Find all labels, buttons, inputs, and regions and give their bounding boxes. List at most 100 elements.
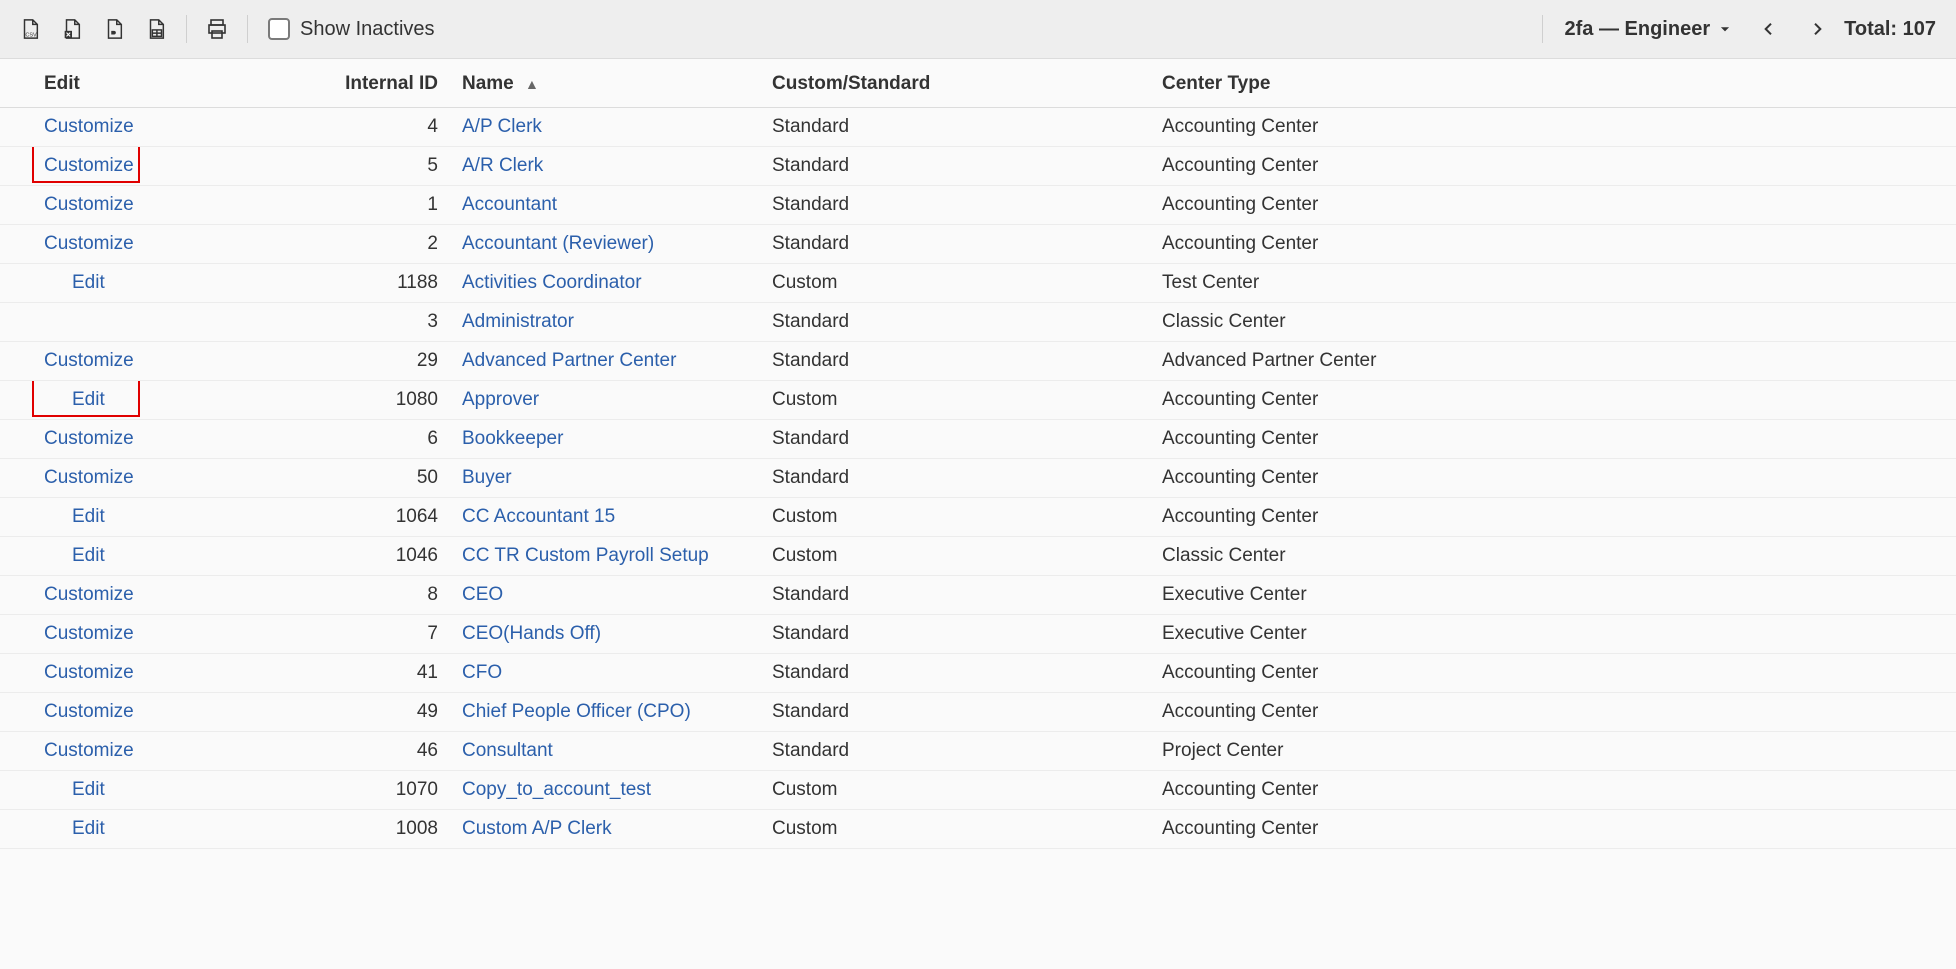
col-header-internal-id[interactable]: Internal ID [160,59,450,108]
table-row: Edit1080ApproverCustomAccounting Center [0,381,1956,420]
customize-link[interactable]: Customize [44,701,134,722]
role-name-link[interactable]: CC Accountant 15 [462,506,615,527]
customize-link[interactable]: Customize [44,155,134,176]
cell-internal-id: 50 [160,459,450,498]
cell-edit: Edit [0,771,160,810]
toolbar-separator [247,15,248,43]
role-name-link[interactable]: Administrator [462,311,574,332]
customize-link[interactable]: Customize [44,350,134,371]
col-header-custom-standard[interactable]: Custom/Standard [760,59,1150,108]
table-row: Customize41CFOStandardAccounting Center [0,654,1956,693]
table-row: 3AdministratorStandardClassic Center [0,303,1956,342]
table-row: Customize7CEO(Hands Off)StandardExecutiv… [0,615,1956,654]
edit-link[interactable]: Edit [72,389,105,410]
table-row: Edit1046CC TR Custom Payroll SetupCustom… [0,537,1956,576]
cell-name: CEO(Hands Off) [450,615,760,654]
cell-name: CC TR Custom Payroll Setup [450,537,760,576]
col-header-edit[interactable]: Edit [0,59,160,108]
table-row: Customize1AccountantStandardAccounting C… [0,186,1956,225]
cell-edit [0,303,160,342]
cell-internal-id: 1064 [160,498,450,537]
show-inactives-label: Show Inactives [300,18,435,41]
prev-page-button[interactable] [1748,8,1790,50]
customize-link[interactable]: Customize [44,116,134,137]
role-name-link[interactable]: Accountant [462,194,557,215]
print-icon[interactable] [199,11,235,47]
cell-name: Consultant [450,732,760,771]
role-name-link[interactable]: Buyer [462,467,512,488]
role-name-link[interactable]: Approver [462,389,539,410]
customize-link[interactable]: Customize [44,623,134,644]
cell-name: Custom A/P Clerk [450,810,760,849]
roles-table-wrap: Edit Internal ID Name ▲ Custom/Standard … [0,59,1956,849]
customize-link[interactable]: Customize [44,584,134,605]
cell-internal-id: 4 [160,108,450,147]
role-name-link[interactable]: Activities Coordinator [462,272,642,293]
edit-link[interactable]: Edit [72,272,105,293]
role-name-link[interactable]: Accountant (Reviewer) [462,233,654,254]
role-name-link[interactable]: CC TR Custom Payroll Setup [462,545,709,566]
col-header-name-label: Name [462,73,514,94]
customize-link[interactable]: Customize [44,740,134,761]
role-name-link[interactable]: Advanced Partner Center [462,350,676,371]
cell-edit: Customize [0,459,160,498]
customize-link[interactable]: Customize [44,467,134,488]
cell-custom-standard: Custom [760,537,1150,576]
cell-internal-id: 5 [160,147,450,186]
role-name-link[interactable]: Bookkeeper [462,428,563,449]
toolbar-separator [186,15,187,43]
cell-internal-id: 29 [160,342,450,381]
cell-name: A/R Clerk [450,147,760,186]
role-name-link[interactable]: CEO [462,584,503,605]
role-name-link[interactable]: Consultant [462,740,553,761]
cell-center-type: Test Center [1150,264,1956,303]
customize-link[interactable]: Customize [44,428,134,449]
export-csv-icon[interactable]: CSV [12,11,48,47]
role-name-link[interactable]: Custom A/P Clerk [462,818,612,839]
col-header-center-type[interactable]: Center Type [1150,59,1956,108]
export-excel-icon[interactable] [54,11,90,47]
edit-link[interactable]: Edit [72,545,105,566]
cell-internal-id: 1008 [160,810,450,849]
cell-internal-id: 1 [160,186,450,225]
cell-custom-standard: Standard [760,654,1150,693]
role-name-link[interactable]: Copy_to_account_test [462,779,651,800]
customize-link[interactable]: Customize [44,662,134,683]
role-name-link[interactable]: CEO(Hands Off) [462,623,601,644]
cell-center-type: Accounting Center [1150,147,1956,186]
role-name-link[interactable]: Chief People Officer (CPO) [462,701,691,722]
cell-edit: Customize [0,108,160,147]
cell-custom-standard: Standard [760,303,1150,342]
cell-edit: Customize [0,225,160,264]
cell-name: Administrator [450,303,760,342]
cell-edit: Edit [0,537,160,576]
customize-link[interactable]: Customize [44,233,134,254]
next-page-button[interactable] [1796,8,1838,50]
show-inactives-checkbox[interactable]: Show Inactives [268,18,435,41]
cell-edit: Customize [0,576,160,615]
role-name-link[interactable]: A/P Clerk [462,116,542,137]
cell-internal-id: 2 [160,225,450,264]
cell-name: Accountant [450,186,760,225]
role-name-link[interactable]: CFO [462,662,502,683]
cell-custom-standard: Standard [760,225,1150,264]
cell-custom-standard: Standard [760,420,1150,459]
view-picker[interactable]: 2fa — Engineer [1555,14,1743,45]
customize-link[interactable]: Customize [44,194,134,215]
edit-link[interactable]: Edit [72,779,105,800]
table-row: Customize4A/P ClerkStandardAccounting Ce… [0,108,1956,147]
export-sheet-icon[interactable] [138,11,174,47]
col-header-name[interactable]: Name ▲ [450,59,760,108]
edit-link[interactable]: Edit [72,818,105,839]
cell-name: CFO [450,654,760,693]
table-row: Edit1070Copy_to_account_testCustomAccoun… [0,771,1956,810]
role-name-link[interactable]: A/R Clerk [462,155,543,176]
cell-edit: Edit [0,810,160,849]
cell-custom-standard: Custom [760,498,1150,537]
edit-link[interactable]: Edit [72,506,105,527]
cell-center-type: Executive Center [1150,615,1956,654]
cell-center-type: Accounting Center [1150,693,1956,732]
checkbox-icon [268,18,290,40]
export-pdf-icon[interactable] [96,11,132,47]
cell-center-type: Accounting Center [1150,771,1956,810]
